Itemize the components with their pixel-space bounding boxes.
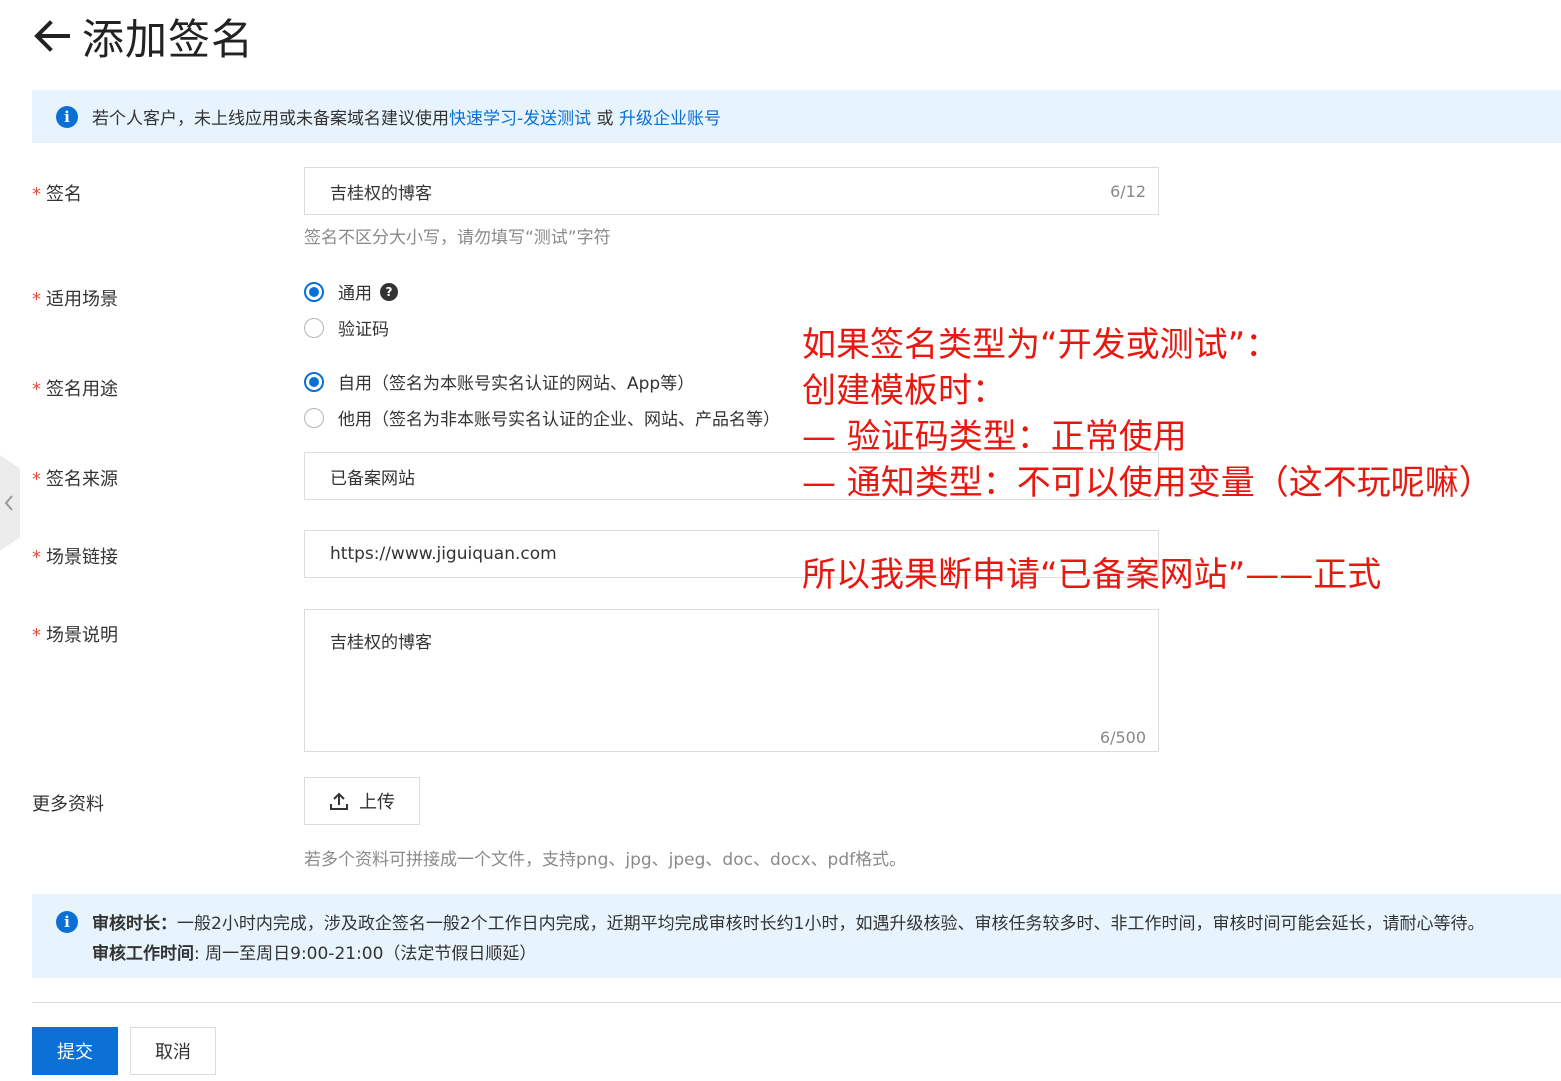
signature-input[interactable]: 吉桂权的博客 6/12 [304, 167, 1159, 215]
purpose-option-self[interactable]: 自用（签名为本账号实名认证的网站、App等） [304, 369, 694, 394]
required-mark: * [32, 379, 41, 400]
review-hours-line: 审核工作时间: 周一至周日9:00-21:00（法定节假日顺延） [56, 939, 1561, 969]
annotation-line: — 验证码类型：正常使用 [802, 417, 1187, 457]
scenario-option-label: 验证码 [338, 320, 389, 340]
submit-button[interactable]: 提交 [32, 1027, 118, 1075]
review-duration-title: 审核时长： [92, 914, 177, 934]
radio-unchecked[interactable] [304, 317, 324, 338]
required-mark: * [32, 625, 41, 646]
annotation-overlay: 如果签名类型为“开发或测试”： 创建模板时： — 验证码类型：正常使用 — 通知… [802, 322, 1493, 598]
info-icon: i [56, 105, 78, 128]
link-label: * 场景链接 [32, 543, 118, 569]
review-hours-title: 审核工作时间 [92, 944, 194, 964]
scenario-label-text: 适用场景 [46, 289, 118, 310]
signature-label-text: 签名 [46, 184, 82, 205]
chevron-left-icon [4, 495, 13, 511]
page-header: 添加签名 [32, 8, 254, 64]
signature-input-value: 吉桂权的博客 [330, 183, 432, 204]
description-label-text: 场景说明 [46, 625, 118, 646]
top-notice-text: 若个人客户，未上线应用或未备案域名建议使用 [92, 109, 449, 129]
scenario-option-label: 通用 [338, 284, 372, 304]
sidebar-collapse-tab[interactable] [0, 455, 20, 551]
top-notice: i 若个人客户，未上线应用或未备案域名建议使用 快速学习-发送测试 或 升级企业… [32, 90, 1561, 143]
radio-checked[interactable] [304, 371, 324, 392]
source-label: * 签名来源 [32, 465, 118, 491]
cancel-button[interactable]: 取消 [130, 1027, 216, 1075]
scenario-link-value: https://www.jiguiquan.com [330, 544, 557, 564]
required-mark: * [32, 184, 41, 205]
quick-learn-link[interactable]: 快速学习-发送测试 [449, 104, 591, 129]
description-label: * 场景说明 [32, 621, 118, 647]
radio-unchecked[interactable] [304, 407, 324, 428]
help-icon[interactable]: ? [380, 282, 398, 301]
purpose-label-text: 签名用途 [46, 379, 118, 400]
annotation-line: 所以我果断申请“已备案网站”——正式 [802, 555, 1382, 595]
signature-hint: 签名不区分大小写，请勿填写“测试”字符 [304, 228, 611, 248]
annotation-line: 创建模板时： [802, 371, 1006, 411]
upload-button-label: 上传 [359, 792, 395, 813]
description-textarea[interactable]: 吉桂权的博客 6/500 [304, 609, 1159, 752]
review-notice: i 审核时长：一般2小时内完成，涉及政企签名一般2个工作日内完成，近期平均完成审… [32, 894, 1561, 978]
required-mark: * [32, 547, 41, 568]
more-materials-label: 更多资料 [32, 794, 104, 815]
purpose-option-label: 他用（签名为非本账号实名认证的企业、网站、产品名等） [338, 410, 780, 430]
purpose-option-other[interactable]: 他用（签名为非本账号实名认证的企业、网站、产品名等） [304, 405, 780, 430]
scenario-option-captcha[interactable]: 验证码 [304, 315, 389, 340]
required-mark: * [32, 289, 41, 310]
upload-icon [330, 792, 348, 810]
top-notice-sep: 或 [591, 109, 619, 129]
signature-counter: 6/12 [1110, 181, 1146, 201]
review-duration-line: 审核时长：一般2小时内完成，涉及政企签名一般2个工作日内完成，近期平均完成审核时… [56, 909, 1561, 939]
back-arrow-icon[interactable] [32, 16, 72, 56]
divider [32, 1002, 1561, 1003]
description-value: 吉桂权的博客 [330, 633, 432, 653]
description-counter: 6/500 [1099, 728, 1146, 747]
signature-label: * 签名 [32, 180, 82, 206]
more-materials-hint: 若多个资料可拼接成一个文件，支持png、jpg、jpeg、doc、docx、pd… [304, 850, 907, 870]
annotation-gap [802, 506, 1493, 552]
source-label-text: 签名来源 [46, 469, 118, 490]
source-select-value: 已备案网站 [330, 468, 415, 489]
radio-checked[interactable] [304, 281, 324, 302]
annotation-line: 如果签名类型为“开发或测试”： [802, 325, 1280, 365]
required-mark: * [32, 469, 41, 490]
page-title: 添加签名 [82, 14, 255, 64]
purpose-option-label: 自用（签名为本账号实名认证的网站、App等） [338, 374, 695, 394]
review-hours-text: : 周一至周日9:00-21:00（法定节假日顺延） [194, 944, 537, 964]
scenario-option-general[interactable]: 通用 ? [304, 279, 398, 304]
review-duration-text: 一般2小时内完成，涉及政企签名一般2个工作日内完成，近期平均完成审核时长约1小时… [177, 914, 1485, 934]
scenario-label: * 适用场景 [32, 285, 118, 311]
annotation-line: — 通知类型：不可以使用变量（这不玩呢嘛） [802, 463, 1493, 503]
link-label-text: 场景链接 [46, 547, 118, 568]
upgrade-enterprise-link[interactable]: 升级企业账号 [619, 104, 721, 129]
upload-button[interactable]: 上传 [304, 777, 420, 825]
purpose-label: * 签名用途 [32, 375, 118, 401]
info-icon: i [56, 911, 78, 933]
